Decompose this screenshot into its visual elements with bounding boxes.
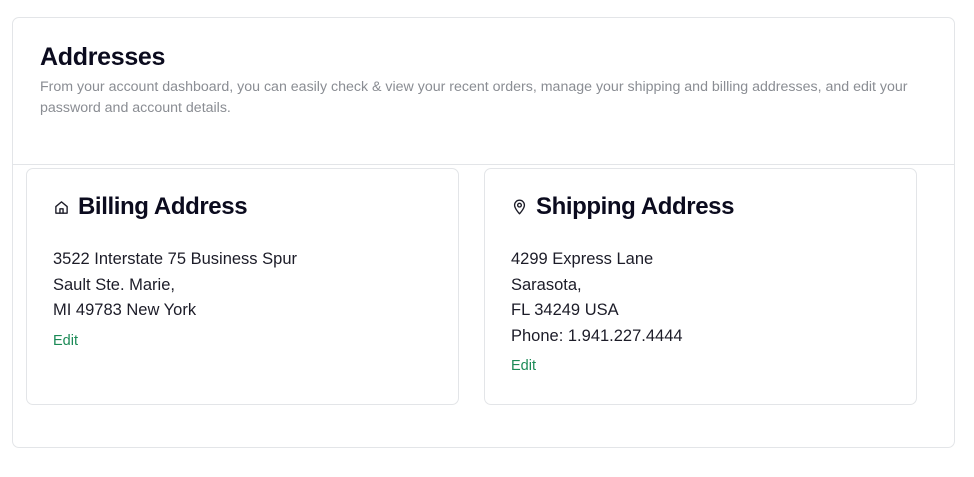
billing-edit-link[interactable]: Edit: [53, 329, 78, 355]
shipping-edit-row: Edit: [511, 349, 683, 380]
map-pin-icon: [510, 198, 528, 216]
shipping-address-line: Sarasota,: [511, 275, 582, 294]
shipping-edit-link[interactable]: Edit: [511, 354, 536, 380]
shipping-address-line: FL 34249 USA: [511, 301, 619, 319]
shipping-address-line: 4299 Express Lane: [511, 250, 654, 268]
billing-address-line: 3522 Interstate 75 Business Spur: [53, 250, 297, 268]
page-description: From your account dashboard, you can eas…: [40, 79, 908, 116]
billing-address-card: Billing Address 3522 Interstate 75 Busin…: [26, 168, 459, 405]
page-title: Addresses: [40, 43, 166, 71]
shipping-address-title: Shipping Address: [536, 193, 735, 220]
billing-address-line: Sault Ste. Marie,: [53, 275, 175, 294]
billing-address-heading: Billing Address: [52, 191, 248, 223]
billing-address-line: MI 49783 New York: [53, 301, 197, 319]
shipping-phone-line: Phone: 1.941.227.4444: [511, 326, 683, 345]
addresses-header: Addresses From your account dashboard, y…: [13, 18, 954, 165]
home-icon: [52, 198, 70, 216]
shipping-address-heading: Shipping Address: [510, 191, 734, 223]
shipping-address-card: Shipping Address 4299 Express Lane Saras…: [484, 168, 917, 405]
billing-address-lines: 3522 Interstate 75 Business Spur Sault S…: [53, 247, 297, 354]
shipping-address-lines: 4299 Express Lane Sarasota, FL 34249 USA…: [511, 247, 683, 380]
billing-address-title: Billing Address: [78, 193, 248, 220]
billing-edit-row: Edit: [53, 324, 297, 355]
